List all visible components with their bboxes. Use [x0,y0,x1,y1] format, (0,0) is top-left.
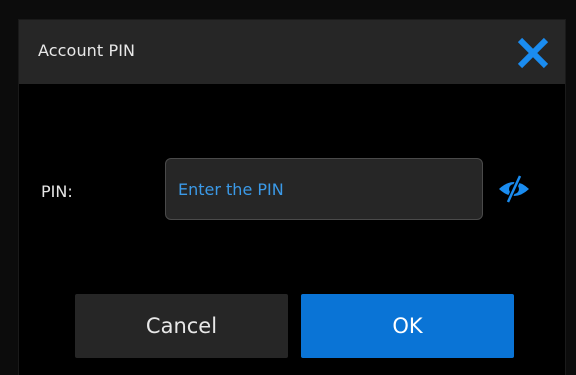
ok-button[interactable]: OK [301,294,514,358]
account-pin-dialog: Account PIN PIN: Cancel OK [19,20,565,375]
close-icon [517,37,549,69]
dialog-title: Account PIN [38,41,136,60]
cancel-button[interactable]: Cancel [75,294,288,358]
toggle-pin-visibility-button[interactable] [496,174,532,204]
close-button[interactable] [515,35,551,71]
pin-input[interactable] [165,158,483,220]
cancel-button-label: Cancel [145,314,218,338]
pin-label: PIN: [41,182,73,201]
eye-slash-icon [499,174,529,204]
dialog-header: Account PIN [19,20,565,84]
ok-button-label: OK [392,314,423,338]
